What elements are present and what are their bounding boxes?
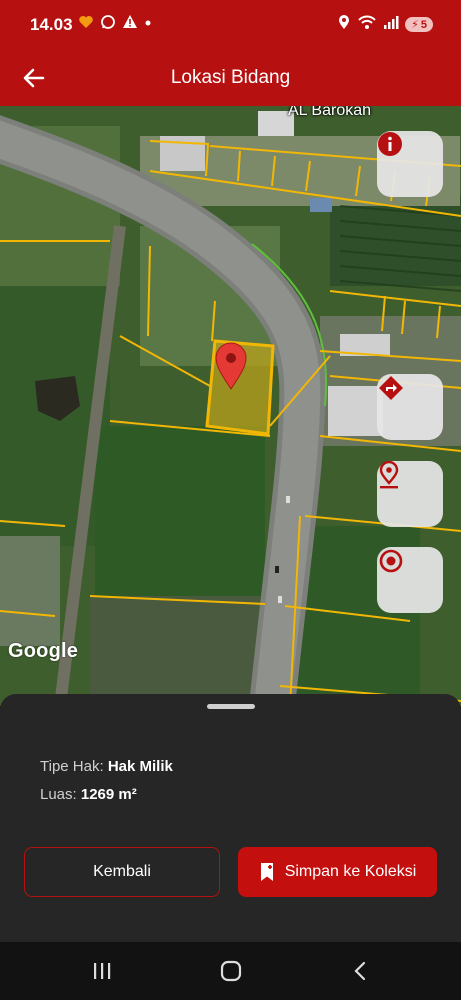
wifi-icon xyxy=(357,14,377,35)
app-bar: Lokasi Bidang xyxy=(0,50,461,106)
directions-icon xyxy=(379,376,403,400)
map-view[interactable]: AL Barokah Google xyxy=(0,106,461,706)
location-pin-icon xyxy=(379,461,399,489)
battery-indicator: ⚡ 5 xyxy=(405,17,433,32)
luas-label: Luas: xyxy=(40,786,77,803)
dot-icon xyxy=(144,14,152,35)
parcel-marker-pin-icon[interactable] xyxy=(214,342,248,390)
simpan-koleksi-button[interactable]: Simpan ke Koleksi xyxy=(238,847,437,897)
directions-button[interactable] xyxy=(377,374,443,440)
charging-bolt-icon: ⚡ xyxy=(411,19,419,31)
luas-row: Luas: 1269 m² xyxy=(40,786,137,803)
status-bar: 14.03 ⚡ 5 xyxy=(0,0,461,50)
place-label: AL Barokah xyxy=(288,106,372,119)
google-attribution: Google xyxy=(8,640,79,662)
my-location-icon xyxy=(379,549,403,573)
heart-notification-icon xyxy=(78,14,94,35)
status-notification-icons xyxy=(78,14,152,35)
tipe-hak-label: Tipe Hak: xyxy=(40,758,104,775)
recent-apps-button[interactable] xyxy=(92,960,112,987)
drag-handle[interactable] xyxy=(207,704,255,709)
tipe-hak-value: Hak Milik xyxy=(107,758,173,775)
system-back-button[interactable] xyxy=(352,960,368,987)
location-pin-button[interactable] xyxy=(377,461,443,527)
status-time: 14.03 xyxy=(30,15,73,34)
info-icon xyxy=(378,132,402,156)
system-navigation-bar xyxy=(0,942,461,1000)
luas-value: 1269 m² xyxy=(80,786,137,803)
whatsapp-icon xyxy=(100,14,116,35)
location-status-icon xyxy=(337,14,351,35)
recent-apps-icon xyxy=(94,963,111,979)
battery-level: 5 xyxy=(420,18,427,31)
system-back-icon xyxy=(354,961,366,981)
kembali-button[interactable]: Kembali xyxy=(24,847,220,897)
home-button[interactable] xyxy=(220,960,242,987)
warning-icon xyxy=(122,14,138,35)
info-button[interactable] xyxy=(377,131,443,197)
status-system-icons: ⚡ 5 xyxy=(337,14,433,35)
bookmark-add-icon xyxy=(260,863,273,881)
parcel-info-sheet: Tipe Hak: Hak Milik Luas: 1269 m² Kembal… xyxy=(0,694,461,942)
home-icon xyxy=(220,960,242,982)
my-location-button[interactable] xyxy=(377,547,443,613)
signal-icon xyxy=(383,14,399,35)
kembali-button-label: Kembali xyxy=(93,863,151,880)
page-title: Lokasi Bidang xyxy=(170,67,291,88)
tipe-hak-row: Tipe Hak: Hak Milik xyxy=(40,758,173,775)
simpan-koleksi-label: Simpan ke Koleksi xyxy=(284,863,417,880)
